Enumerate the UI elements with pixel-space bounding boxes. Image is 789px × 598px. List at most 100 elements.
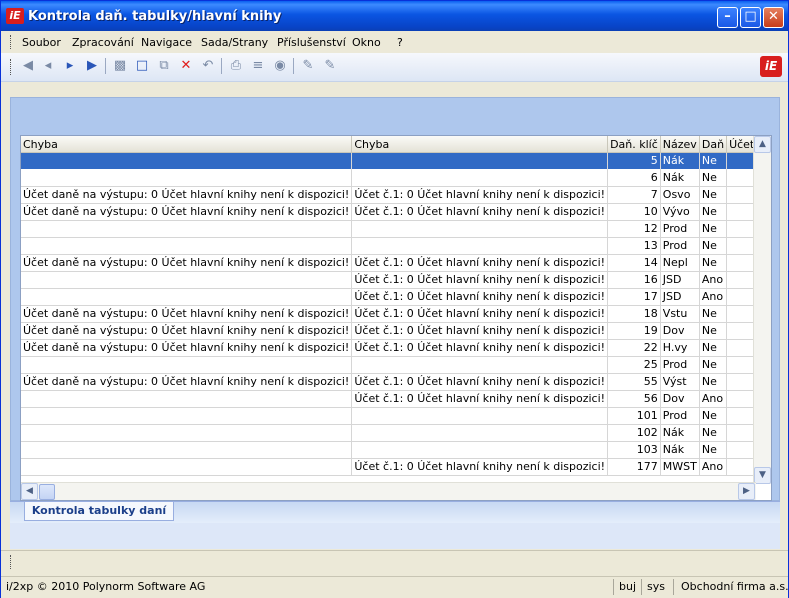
cell-chyba[interactable]: Účet daně na výstupu: 0 Účet hlavní knih…	[21, 305, 353, 323]
menu-okno[interactable]: Okno	[352, 36, 381, 49]
undo-icon[interactable]: ↶	[199, 57, 217, 75]
cell-chyba-2[interactable]	[351, 356, 609, 374]
cell-nazev[interactable]: Nák	[660, 169, 700, 187]
cell-dan-klic[interactable]: 25	[607, 356, 661, 374]
table-row[interactable]: Účet č.1: 0 Účet hlavní knihy není k dis…	[21, 458, 771, 476]
first-record-icon[interactable]: ◀​	[19, 57, 37, 75]
menu-navigace[interactable]: Navigace	[141, 36, 192, 49]
horizontal-scrollbar[interactable]: ◀ ▶	[21, 482, 756, 500]
cell-dan[interactable]: Ne	[699, 356, 728, 374]
cell-chyba[interactable]	[21, 152, 353, 170]
cell-chyba-2[interactable]: Účet č.1: 0 Účet hlavní knihy není k dis…	[351, 254, 609, 272]
cell-dan[interactable]: Ano	[699, 288, 728, 306]
cell-dan[interactable]: Ne	[699, 305, 728, 323]
cell-dan-klic[interactable]: 55	[607, 373, 661, 391]
table-row[interactable]: Účet daně na výstupu: 0 Účet hlavní knih…	[21, 254, 771, 272]
column-header-nazev[interactable]: Název	[660, 136, 700, 153]
cell-dan-klic[interactable]: 7	[607, 186, 661, 204]
cell-dan[interactable]: Ne	[699, 407, 728, 425]
table-row[interactable]: 6NákNe0	[21, 169, 771, 187]
table-row[interactable]: Účet daně na výstupu: 0 Účet hlavní knih…	[21, 339, 771, 357]
cell-chyba[interactable]: Účet daně na výstupu: 0 Účet hlavní knih…	[21, 186, 353, 204]
cell-dan-klic[interactable]: 56	[607, 390, 661, 408]
table-row[interactable]: 12ProdNe0	[21, 220, 771, 238]
cell-chyba-2[interactable]	[351, 441, 609, 459]
cell-chyba[interactable]: Účet daně na výstupu: 0 Účet hlavní knih…	[21, 203, 353, 221]
cell-dan[interactable]: Ne	[699, 237, 728, 255]
toolbar-grip[interactable]	[10, 59, 13, 75]
copy-icon[interactable]: ⧉	[155, 57, 173, 75]
cell-chyba-2[interactable]	[351, 407, 609, 425]
cell-dan[interactable]: Ne	[699, 220, 728, 238]
cell-dan-klic[interactable]: 12	[607, 220, 661, 238]
menu-soubor[interactable]: Soubor	[22, 36, 61, 49]
cell-dan-klic[interactable]: 13	[607, 237, 661, 255]
table-row[interactable]: 5NákNe0	[21, 152, 771, 170]
cell-chyba-2[interactable]	[351, 424, 609, 442]
table-row[interactable]: 13ProdNe0	[21, 237, 771, 255]
cell-chyba[interactable]	[21, 458, 353, 476]
column-header-chyba-2[interactable]: Chyba	[351, 136, 609, 153]
cell-dan[interactable]: Ne	[699, 339, 728, 357]
cell-chyba-2[interactable]: Účet č.1: 0 Účet hlavní knihy není k dis…	[351, 322, 609, 340]
cell-dan-klic[interactable]: 102	[607, 424, 661, 442]
cell-chyba[interactable]	[21, 407, 353, 425]
next-record-icon[interactable]: ▸	[61, 57, 79, 75]
cell-chyba-2[interactable]: Účet č.1: 0 Účet hlavní knihy není k dis…	[351, 390, 609, 408]
cell-dan-klic[interactable]: 16	[607, 271, 661, 289]
cell-chyba-2[interactable]: Účet č.1: 0 Účet hlavní knihy není k dis…	[351, 305, 609, 323]
bottom-toolbar-grip[interactable]	[10, 555, 13, 569]
cell-chyba-2[interactable]: Účet č.1: 0 Účet hlavní knihy není k dis…	[351, 288, 609, 306]
vertical-scrollbar[interactable]: ▲ ▼	[753, 136, 771, 484]
cell-dan-klic[interactable]: 17	[607, 288, 661, 306]
minimize-button[interactable]: –	[717, 7, 738, 28]
menu-prislusenstvi[interactable]: Příslušenství	[277, 36, 346, 49]
cell-dan[interactable]: Ano	[699, 390, 728, 408]
cell-chyba-2[interactable]: Účet č.1: 0 Účet hlavní knihy není k dis…	[351, 203, 609, 221]
menu-grip[interactable]	[10, 35, 13, 49]
cell-nazev[interactable]: JSD	[660, 271, 700, 289]
cell-dan-klic[interactable]: 18	[607, 305, 661, 323]
cell-nazev[interactable]: Prod	[660, 356, 700, 374]
data-grid[interactable]: Chyba Chyba Daň. klíč Název Daň Účet dan…	[20, 135, 772, 501]
menu-sada-strany[interactable]: Sada/Strany	[201, 36, 268, 49]
scroll-right-icon[interactable]: ▶	[738, 483, 755, 500]
scroll-up-icon[interactable]: ▲	[754, 136, 771, 153]
close-button[interactable]: ✕	[763, 7, 784, 28]
cell-chyba[interactable]: Účet daně na výstupu: 0 Účet hlavní knih…	[21, 373, 353, 391]
cell-nazev[interactable]: JSD	[660, 288, 700, 306]
delete-icon[interactable]: ✕	[177, 57, 195, 75]
cell-nazev[interactable]: Výst	[660, 373, 700, 391]
cell-chyba[interactable]: Účet daně na výstupu: 0 Účet hlavní knih…	[21, 339, 353, 357]
cell-chyba-2[interactable]: Účet č.1: 0 Účet hlavní knihy není k dis…	[351, 373, 609, 391]
table-row[interactable]: Účet daně na výstupu: 0 Účet hlavní knih…	[21, 373, 771, 391]
save-icon[interactable]: ▩	[111, 57, 129, 75]
cell-nazev[interactable]: Osvo	[660, 186, 700, 204]
cell-nazev[interactable]: Dov	[660, 322, 700, 340]
cell-chyba[interactable]	[21, 424, 353, 442]
scroll-down-icon[interactable]: ▼	[754, 467, 771, 484]
cell-dan[interactable]: Ne	[699, 152, 728, 170]
cell-dan-klic[interactable]: 177	[607, 458, 661, 476]
cell-dan[interactable]: Ano	[699, 271, 728, 289]
cell-chyba[interactable]: Účet daně na výstupu: 0 Účet hlavní knih…	[21, 254, 353, 272]
cell-dan[interactable]: Ne	[699, 169, 728, 187]
cell-nazev[interactable]: Dov	[660, 390, 700, 408]
cell-dan-klic[interactable]: 5	[607, 152, 661, 170]
table-row[interactable]: 25ProdNe0	[21, 356, 771, 374]
cell-dan-klic[interactable]: 14	[607, 254, 661, 272]
cell-nazev[interactable]: Prod	[660, 237, 700, 255]
brand-logo-icon[interactable]: iE	[760, 56, 782, 77]
column-header-dan[interactable]: Daň	[699, 136, 728, 153]
print-icon[interactable]: ⎙	[227, 57, 245, 75]
last-record-icon[interactable]: ▶	[83, 57, 101, 75]
cell-dan-klic[interactable]: 101	[607, 407, 661, 425]
cell-chyba-2[interactable]	[351, 220, 609, 238]
cell-chyba-2[interactable]: Účet č.1: 0 Účet hlavní knihy není k dis…	[351, 458, 609, 476]
cell-dan[interactable]: Ne	[699, 441, 728, 459]
horizontal-scroll-thumb[interactable]	[39, 484, 55, 500]
column-header-chyba[interactable]: Chyba	[21, 136, 353, 153]
table-row[interactable]: Účet daně na výstupu: 0 Účet hlavní knih…	[21, 186, 771, 204]
cell-dan-klic[interactable]: 22	[607, 339, 661, 357]
cell-chyba-2[interactable]	[351, 237, 609, 255]
